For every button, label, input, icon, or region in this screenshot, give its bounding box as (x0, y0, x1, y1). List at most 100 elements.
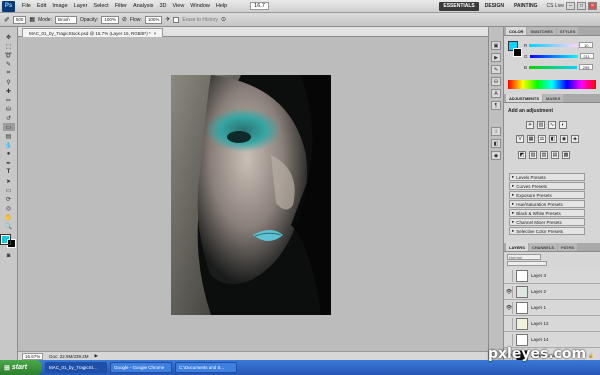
curves-icon[interactable]: ∿ (548, 121, 556, 129)
task-photoshop[interactable]: MAC_01_by_TragicSt... (45, 362, 107, 373)
move-tool-icon[interactable]: ✥ (3, 33, 15, 41)
menu-help[interactable]: Help (213, 3, 230, 9)
visibility-toggle[interactable] (506, 333, 513, 346)
blur-tool-icon[interactable]: 💧 (3, 141, 15, 149)
status-arrow-icon[interactable]: ▶ (95, 353, 98, 359)
pen-tool-icon[interactable]: ✒ (3, 159, 15, 167)
eraser-tool-icon[interactable]: ▭ (2, 123, 15, 131)
preset-exposure[interactable]: ▸ Exposure Presets (509, 191, 585, 199)
dodge-tool-icon[interactable]: ● (3, 150, 15, 158)
layer-row[interactable]: Layer 3 (504, 268, 600, 284)
black-white-icon[interactable]: ◧ (549, 135, 557, 143)
maximize-button[interactable]: □ (577, 2, 586, 10)
clone-source-panel-icon[interactable]: ⛁ (491, 77, 501, 86)
menu-analysis[interactable]: Analysis (130, 3, 156, 9)
shape-tool-icon[interactable]: ▭ (3, 186, 15, 194)
blue-slider[interactable]: B 255 (524, 64, 598, 70)
red-value[interactable]: 10 (579, 42, 594, 48)
layer-row[interactable]: 👁 Layer 1 (504, 300, 600, 316)
green-slider[interactable]: G 211 (524, 53, 598, 59)
quick-select-tool-icon[interactable]: ✎ (3, 60, 15, 68)
visibility-toggle[interactable] (506, 317, 513, 330)
invert-icon[interactable]: ◩ (518, 151, 526, 159)
workspace-painting[interactable]: PAINTING (510, 2, 542, 11)
menu-file[interactable]: File (19, 3, 34, 9)
tab-channels[interactable]: CHANNELS (528, 243, 558, 251)
visibility-toggle[interactable] (506, 269, 513, 282)
workspace-design[interactable]: DESIGN (481, 2, 508, 11)
erase-history-checkbox[interactable] (173, 16, 180, 23)
lock-options[interactable] (507, 261, 547, 266)
preset-curves[interactable]: ▸ Curves Presets (509, 182, 585, 190)
posterize-icon[interactable]: ▨ (529, 151, 537, 159)
tab-adjustments[interactable]: ADJUSTMENTS (506, 94, 543, 102)
green-value[interactable]: 211 (579, 53, 594, 59)
cs-live[interactable]: CS Live (546, 3, 564, 9)
selective-color-icon[interactable]: ▩ (562, 151, 570, 159)
lasso-tool-icon[interactable]: ➰ (3, 51, 15, 59)
pressure-size-icon[interactable]: ⊙ (221, 16, 226, 23)
menu-filter[interactable]: Filter (112, 3, 130, 9)
tab-styles[interactable]: STYLES (556, 27, 579, 35)
eraser-tool-icon[interactable]: ✐ (4, 16, 10, 24)
3d-panel-icon[interactable]: ◆ (491, 151, 501, 160)
eyedropper-tool-icon[interactable]: ⚲ (3, 78, 15, 86)
info-panel-icon[interactable]: i (491, 127, 501, 136)
tab-swatches[interactable]: SWATCHES (527, 27, 556, 35)
history-panel-icon[interactable]: ▣ (491, 41, 501, 50)
history-brush-tool-icon[interactable]: ↺ (3, 114, 15, 122)
blend-mode-select[interactable]: Normal (507, 254, 541, 260)
zoom-field[interactable]: 16.67% (22, 352, 44, 360)
eye-icon[interactable]: 👁 (506, 285, 513, 298)
mode-select[interactable]: Brush (54, 15, 77, 24)
marquee-tool-icon[interactable]: ⬚ (3, 42, 15, 50)
vibrance-icon[interactable]: V (516, 135, 524, 143)
document-tab[interactable]: MAC_01_by_TragicStock.psd @ 16.7% (Layer… (22, 28, 164, 37)
layer-row[interactable]: Layer 12 (504, 316, 600, 332)
color-spectrum[interactable] (508, 80, 596, 89)
menu-edit[interactable]: Edit (34, 3, 49, 9)
tab-paths[interactable]: PATHS (558, 243, 578, 251)
3d-orbit-tool-icon[interactable]: ◎ (3, 204, 15, 212)
photo-filter-icon[interactable]: ◉ (560, 135, 568, 143)
background-color-chip[interactable] (513, 48, 522, 57)
color-swatches[interactable] (0, 234, 16, 248)
preset-black-white[interactable]: ▸ Black & White Presets (509, 209, 585, 217)
eye-icon[interactable]: 👁 (506, 301, 513, 314)
airbrush-icon[interactable]: ✈ (165, 16, 170, 23)
color-balance-icon[interactable]: ⚖ (538, 135, 546, 143)
quick-mask-icon[interactable]: ◙ (3, 252, 15, 260)
opacity-field[interactable]: 100% (101, 15, 119, 24)
brightness-icon[interactable]: ☀ (526, 121, 534, 129)
zoom-level[interactable]: 16.7 (250, 2, 269, 10)
start-button[interactable]: ⊞ start (0, 360, 42, 375)
path-select-tool-icon[interactable]: ➤ (3, 177, 15, 185)
tab-layers[interactable]: LAYERS (506, 243, 528, 251)
zoom-tool-icon[interactable]: 🔍 (3, 222, 15, 230)
menu-view[interactable]: View (169, 3, 187, 9)
portrait-image[interactable] (171, 75, 331, 315)
brush-size-field[interactable]: 500 (12, 15, 27, 24)
menu-layer[interactable]: Layer (71, 3, 91, 9)
crop-tool-icon[interactable]: ⌗ (3, 69, 15, 77)
type-tool-icon[interactable]: T (3, 168, 15, 176)
healing-tool-icon[interactable]: ✚ (3, 87, 15, 95)
preset-channel-mixer[interactable]: ▸ Channel Mixer Presets (509, 218, 585, 226)
hue-saturation-icon[interactable]: ▦ (527, 135, 535, 143)
workspace-essentials[interactable]: ESSENTIALS (439, 1, 479, 11)
close-button[interactable]: × (588, 2, 597, 10)
tab-color[interactable]: COLOR (506, 27, 527, 35)
paragraph-panel-icon[interactable]: ¶ (491, 101, 501, 110)
background-color-swatch[interactable] (7, 239, 16, 248)
preset-hue-saturation[interactable]: ▸ Hue/Saturation Presets (509, 200, 585, 208)
blue-value[interactable]: 255 (579, 64, 594, 70)
menu-image[interactable]: Image (49, 3, 70, 9)
canvas-area[interactable] (18, 37, 488, 351)
task-explorer[interactable]: C:\Documents and S... (175, 362, 237, 373)
document-size[interactable]: Doc: 22.9M/339.2M (49, 354, 88, 359)
actions-panel-icon[interactable]: ▶ (491, 53, 501, 62)
preset-levels[interactable]: ▸ Levels Presets (509, 173, 585, 181)
pressure-opacity-icon[interactable]: ⊘ (122, 16, 127, 23)
levels-icon[interactable]: ▥ (537, 121, 545, 129)
brush-tool-icon[interactable]: ✏ (3, 96, 15, 104)
